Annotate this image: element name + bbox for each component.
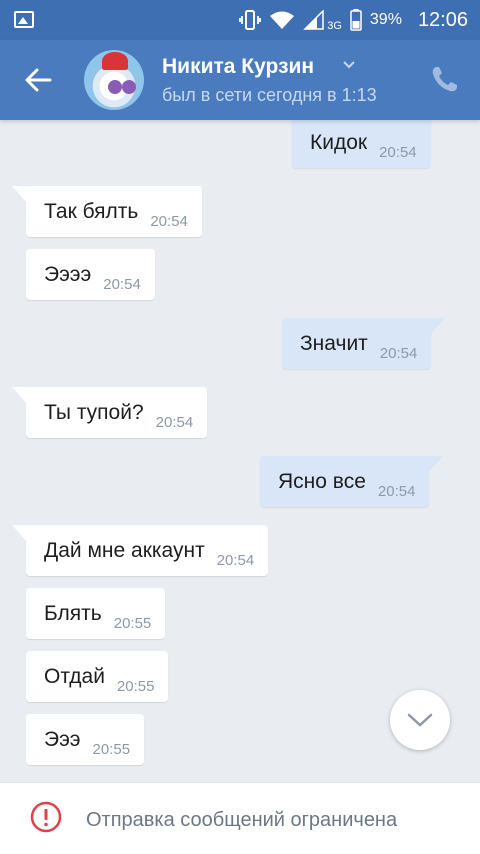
- chevron-down-icon: [407, 713, 433, 727]
- bubble-tail: [427, 456, 444, 474]
- message-text: Ээээ: [44, 263, 92, 286]
- phone-icon[interactable]: [428, 64, 460, 96]
- restriction-message: Отправка сообщений ограничена: [86, 809, 398, 831]
- signal-icon: [303, 10, 324, 30]
- message-time: 20:54: [216, 552, 255, 569]
- status-bar-right: 3G 39% 12:06: [239, 0, 468, 40]
- scroll-to-bottom-button[interactable]: [390, 690, 450, 750]
- message-text: Отдай: [44, 665, 105, 688]
- wifi-icon: [270, 11, 295, 29]
- message-time: 20:55: [92, 741, 131, 758]
- message-text: Ты тупой?: [44, 401, 144, 424]
- message-incoming[interactable]: Отдай 20:55: [26, 651, 169, 702]
- warning-icon: [30, 801, 62, 833]
- message-outgoing[interactable]: Значит 20:54: [282, 318, 446, 369]
- message-text: Кидок: [310, 131, 368, 154]
- message-text: Дай мне аккаунт: [44, 539, 205, 562]
- message-text: Ясно все: [278, 470, 366, 493]
- network-type: 3G: [327, 20, 342, 32]
- message-time: 20:54: [150, 213, 188, 230]
- message-text: Эээ: [44, 728, 81, 751]
- battery-icon: [350, 9, 362, 31]
- clock: 12:06: [417, 8, 468, 31]
- message-incoming[interactable]: Ээээ 20:54: [26, 249, 155, 300]
- message-time: 20:54: [377, 483, 416, 500]
- bubble-tail: [12, 186, 28, 204]
- conversation-header: Никита Курзин был в сети сегодня в 1:13: [0, 40, 480, 120]
- message-time: 20:54: [379, 345, 418, 362]
- message-time: 20:54: [379, 144, 417, 161]
- status-bar: 3G 39% 12:06: [0, 0, 480, 40]
- messaging-restricted-bar: Отправка сообщений ограничена: [0, 782, 480, 854]
- bubble-tail: [12, 387, 28, 405]
- message-time: 20:55: [116, 678, 155, 695]
- message-incoming[interactable]: Дай мне аккаунт 20:54: [12, 525, 269, 576]
- message-text: Так бялть: [44, 200, 139, 223]
- message-time: 20:54: [155, 414, 194, 431]
- message-time: 20:55: [113, 615, 152, 632]
- message-incoming[interactable]: Ты тупой? 20:54: [12, 387, 208, 438]
- bubble-tail: [12, 525, 28, 543]
- message-incoming[interactable]: Эээ 20:55: [26, 714, 145, 765]
- back-arrow-icon[interactable]: [20, 62, 56, 98]
- message-list[interactable]: Кидок 20:54 Так бялть 20:54 Ээээ 20:54 З…: [0, 120, 480, 782]
- message-incoming[interactable]: Блять 20:55: [26, 588, 166, 639]
- gallery-icon: [14, 11, 34, 28]
- bubble-tail: [429, 318, 446, 336]
- message-incoming[interactable]: Так бялть 20:54: [12, 186, 202, 237]
- battery-percent: 39%: [369, 11, 402, 28]
- message-outgoing[interactable]: Ясно все 20:54: [260, 456, 444, 507]
- last-seen-status: был в сети сегодня в 1:13: [162, 85, 377, 105]
- contact-name[interactable]: Никита Курзин: [162, 55, 314, 79]
- message-outgoing[interactable]: Кидок 20:54: [292, 120, 431, 168]
- message-time: 20:54: [103, 276, 141, 293]
- chevron-down-icon[interactable]: [342, 58, 356, 72]
- message-text: Значит: [300, 332, 368, 355]
- avatar[interactable]: [84, 50, 144, 110]
- message-text: Блять: [44, 602, 102, 625]
- vibrate-icon: [239, 10, 262, 30]
